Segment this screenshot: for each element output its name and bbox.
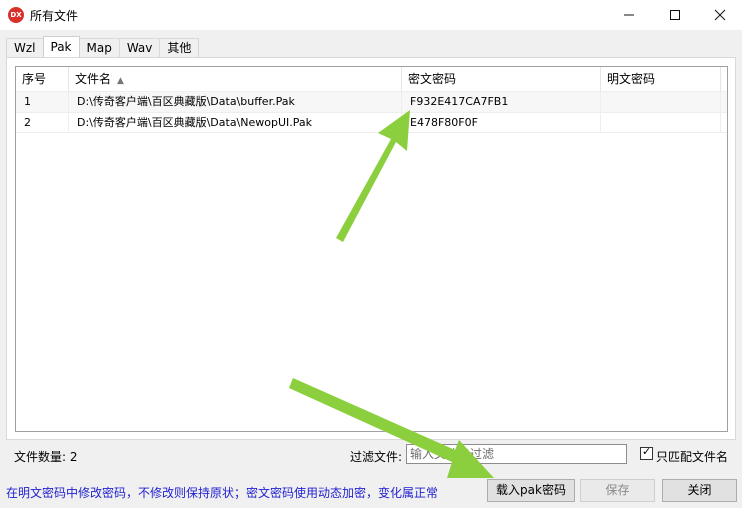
column-header-plain[interactable]: 明文密码 bbox=[601, 67, 721, 91]
table-row[interactable]: 1 D:\传奇客户端\百区典藏版\Data\buffer.Pak F932E41… bbox=[16, 91, 727, 112]
status-hint: 在明文密码中修改密码，不修改则保持原状；密文密码使用动态加密，变化属正常 bbox=[6, 486, 439, 500]
cell-plain[interactable] bbox=[601, 92, 721, 112]
window-title: 所有文件 bbox=[30, 9, 79, 23]
column-header-cipher[interactable]: 密文密码 bbox=[402, 67, 601, 91]
table-header: 序号 文件名 ▲ 密文密码 明文密码 bbox=[16, 67, 727, 91]
title-bar: DX 所有文件 bbox=[0, 0, 742, 30]
match-filename-checkbox[interactable]: ✓ bbox=[640, 445, 653, 460]
tab-wav[interactable]: Wav bbox=[118, 38, 161, 57]
checkmark-icon: ✓ bbox=[642, 445, 652, 458]
column-header-filename[interactable]: 文件名 ▲ bbox=[69, 67, 402, 91]
column-header-cipher-label: 密文密码 bbox=[408, 72, 457, 86]
match-filename-label[interactable]: 只匹配文件名 bbox=[656, 448, 728, 465]
filter-label: 过滤文件: bbox=[350, 450, 403, 464]
cell-cipher: E478F80F0F bbox=[402, 113, 601, 133]
tab-wzl[interactable]: Wzl bbox=[6, 38, 44, 57]
tab-panel-pak: 序号 文件名 ▲ 密文密码 明文密码 1 D:\传奇客户端\百区典藏版\Data\… bbox=[6, 57, 736, 440]
tab-strip: Wzl Pak Map Wav 其他 bbox=[6, 36, 200, 58]
column-header-filename-label: 文件名 bbox=[75, 72, 112, 86]
save-button[interactable]: 保存 bbox=[580, 479, 655, 502]
column-header-index-label: 序号 bbox=[22, 72, 47, 86]
cell-cipher: F932E417CA7FB1 bbox=[402, 92, 601, 112]
load-pak-password-button[interactable]: 载入pak密码 bbox=[487, 479, 575, 502]
app-logo-icon: DX bbox=[8, 7, 24, 23]
table-row[interactable]: 2 D:\传奇客户端\百区典藏版\Data\NewopUI.Pak E478F8… bbox=[16, 112, 727, 133]
maximize-button[interactable] bbox=[652, 0, 698, 30]
minimize-button[interactable] bbox=[606, 0, 652, 30]
tab-other[interactable]: 其他 bbox=[159, 38, 200, 57]
sort-up-icon: ▲ bbox=[117, 76, 124, 86]
filter-input[interactable] bbox=[406, 444, 627, 464]
close-icon bbox=[714, 9, 726, 21]
cell-index: 1 bbox=[16, 92, 69, 112]
close-window-button[interactable] bbox=[697, 0, 742, 30]
tab-pak[interactable]: Pak bbox=[42, 36, 80, 57]
close-button[interactable]: 关闭 bbox=[662, 479, 737, 502]
cell-filename: D:\传奇客户端\百区典藏版\Data\NewopUI.Pak bbox=[69, 113, 402, 133]
cell-filename: D:\传奇客户端\百区典藏版\Data\buffer.Pak bbox=[69, 92, 402, 112]
tab-map[interactable]: Map bbox=[78, 38, 120, 57]
column-header-plain-label: 明文密码 bbox=[607, 72, 656, 86]
maximize-icon bbox=[670, 10, 680, 20]
cell-index: 2 bbox=[16, 113, 69, 133]
minimize-icon bbox=[624, 14, 634, 16]
column-header-index[interactable]: 序号 bbox=[16, 67, 69, 91]
cell-plain[interactable] bbox=[601, 113, 721, 133]
file-table[interactable]: 序号 文件名 ▲ 密文密码 明文密码 1 D:\传奇客户端\百区典藏版\Data\… bbox=[15, 66, 728, 432]
file-count-label: 文件数量: 2 bbox=[14, 450, 78, 464]
